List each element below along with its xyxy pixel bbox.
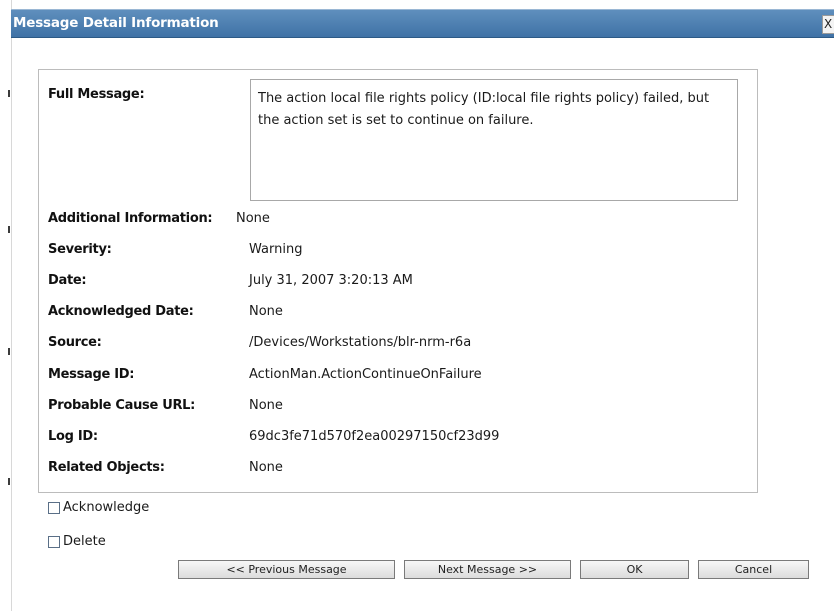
acknowledge-label[interactable]: Acknowledge [63,500,149,515]
cancel-button[interactable]: Cancel [698,560,809,579]
related-objects-label: Related Objects: [48,460,165,475]
severity-value: Warning [249,242,303,257]
message-id-label: Message ID: [48,367,135,382]
full-message-label: Full Message: [48,87,145,102]
acknowledge-checkbox[interactable] [48,501,60,514]
source-value: /Devices/Workstations/blr-nrm-r6a [249,335,472,350]
acknowledged-date-label: Acknowledged Date: [48,304,194,319]
edge-mark [8,226,10,233]
date-value: July 31, 2007 3:20:13 AM [249,273,413,288]
related-objects-value: None [249,460,283,475]
acknowledge-option[interactable]: Acknowledge [48,500,149,515]
delete-label[interactable]: Delete [63,534,106,549]
dialog-title: Message Detail Information [13,15,219,31]
previous-message-button[interactable]: << Previous Message [178,560,395,579]
window-left-edge [0,0,12,611]
next-message-button[interactable]: Next Message >> [404,560,571,579]
source-label: Source: [48,335,102,350]
date-label: Date: [48,273,87,288]
delete-option[interactable]: Delete [48,534,106,549]
ok-button[interactable]: OK [580,560,689,579]
dialog-titlebar[interactable]: Message Detail Information X [11,9,834,38]
additional-information-label: Additional Information: [48,211,213,226]
severity-label: Severity: [48,242,112,257]
full-message-text: The action local file rights policy (ID:… [258,91,710,128]
additional-information-value: None [236,211,270,226]
log-id-label: Log ID: [48,429,98,444]
edge-mark [8,478,10,485]
probable-cause-url-label: Probable Cause URL: [48,398,196,413]
delete-checkbox[interactable] [48,535,60,548]
edge-mark [8,348,10,355]
probable-cause-url-value: None [249,398,283,413]
full-message-box[interactable]: The action local file rights policy (ID:… [250,79,738,201]
message-id-value: ActionMan.ActionContinueOnFailure [249,367,482,382]
close-button[interactable]: X [822,15,834,34]
acknowledged-date-value: None [249,304,283,319]
edge-mark [8,90,10,97]
log-id-value: 69dc3fe71d570f2ea00297150cf23d99 [249,429,500,444]
